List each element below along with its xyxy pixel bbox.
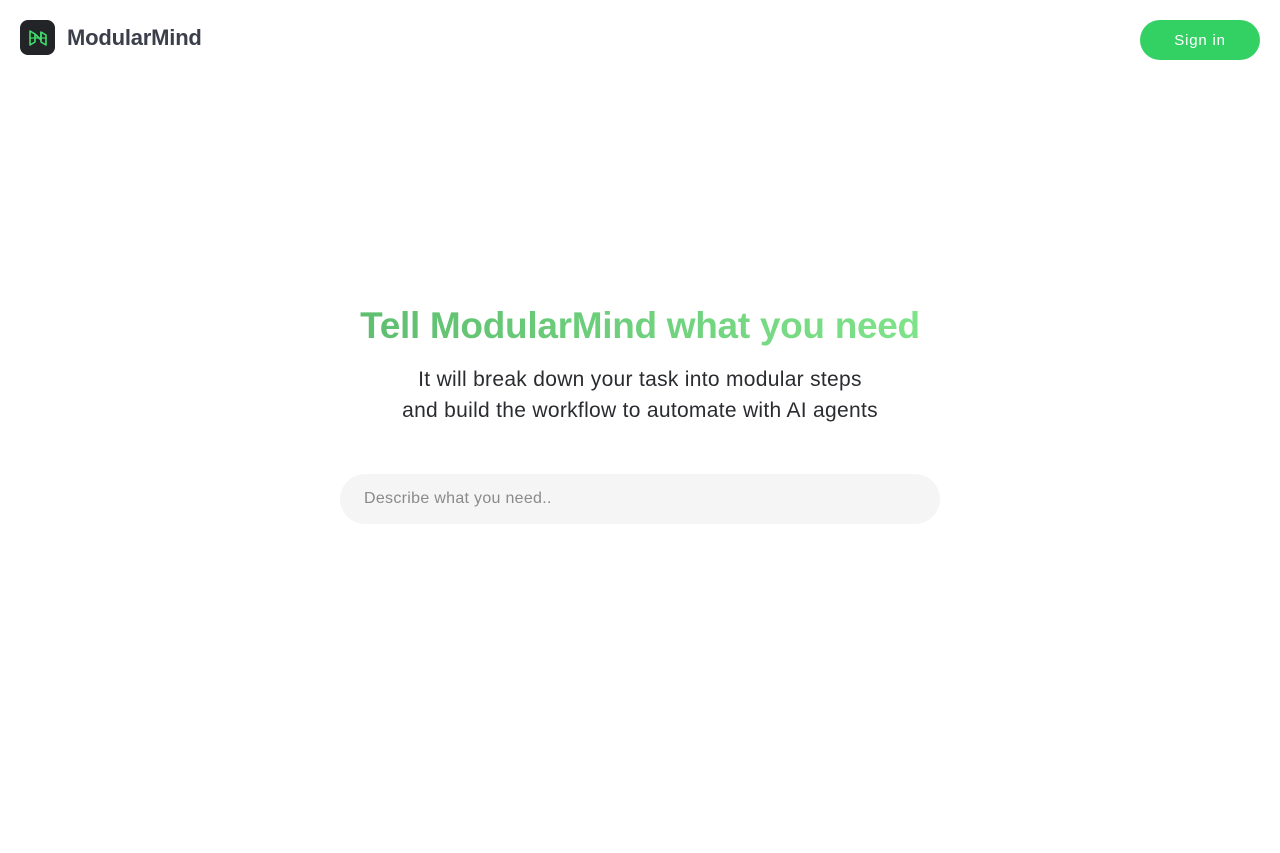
describe-need-input[interactable] bbox=[340, 474, 940, 524]
modular-cube-icon-svg bbox=[28, 29, 47, 46]
hero-subtitle-line-2: and build the workflow to automate with … bbox=[402, 399, 878, 422]
hero: Tell ModularMind what you need It will b… bbox=[0, 304, 1280, 426]
hero-subtitle: It will break down your task into modula… bbox=[0, 364, 1280, 426]
hero-subtitle-line-1: It will break down your task into modula… bbox=[418, 368, 862, 391]
search-container bbox=[340, 474, 940, 524]
sign-in-button[interactable]: Sign in bbox=[1140, 20, 1260, 60]
page-title: Tell ModularMind what you need bbox=[360, 305, 920, 346]
page: ModularMind Sign in Tell ModularMind wha… bbox=[0, 0, 1280, 853]
brand-link[interactable]: ModularMind bbox=[20, 20, 202, 55]
modular-cube-icon bbox=[20, 20, 55, 55]
brand-name: ModularMind bbox=[67, 24, 202, 50]
header: ModularMind Sign in bbox=[0, 0, 1280, 80]
